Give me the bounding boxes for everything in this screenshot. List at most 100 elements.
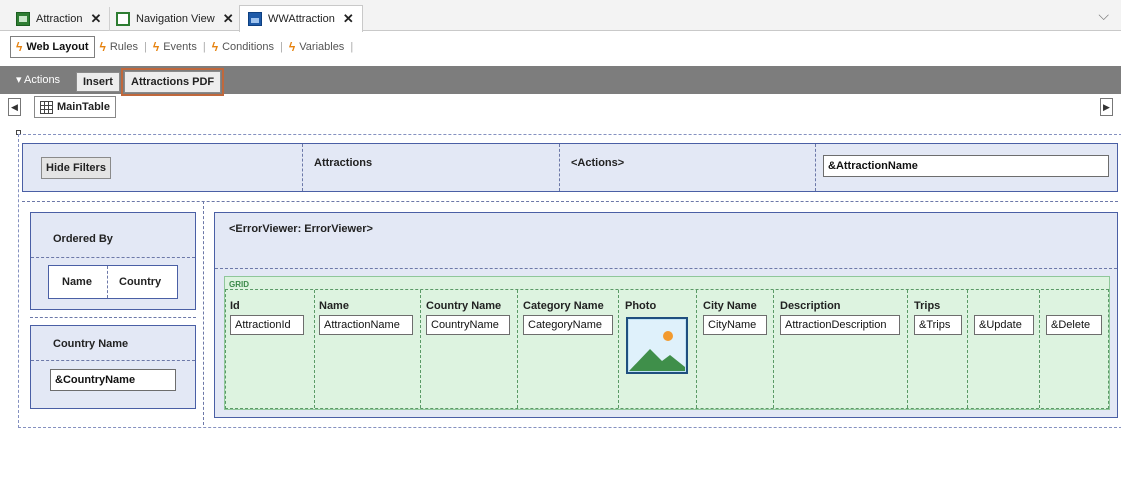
- country-name-grid-field[interactable]: CountryName: [426, 315, 510, 335]
- separator: |: [202, 41, 206, 53]
- document-icon: [116, 12, 130, 26]
- column-title: Description: [780, 300, 841, 312]
- grid-column-delete[interactable]: &Delete: [1039, 290, 1109, 408]
- caret-down-icon: ▾: [16, 74, 22, 86]
- grid-column-update[interactable]: &Update: [967, 290, 1039, 408]
- separator: |: [143, 41, 147, 53]
- attractions-pdf-button[interactable]: Attractions PDF: [120, 68, 225, 96]
- tab-label: WWAttraction: [268, 13, 335, 25]
- grid-column-name[interactable]: Name AttractionName: [314, 290, 420, 408]
- separator: |: [350, 41, 354, 53]
- actions-toggle[interactable]: ▾ Actions: [16, 73, 60, 86]
- subtab-events[interactable]: ϟ Events: [148, 37, 202, 57]
- tab-wwattraction[interactable]: WWAttraction ✕: [239, 5, 363, 32]
- subtab-web-layout[interactable]: ϟ Web Layout: [10, 36, 95, 58]
- order-by-table: Ordered By Name Country: [30, 212, 196, 310]
- attraction-name-field[interactable]: AttractionName: [319, 315, 413, 335]
- scroll-right-button[interactable]: ▶: [1100, 98, 1113, 116]
- country-name-label: Country Name: [53, 338, 129, 350]
- order-option-name[interactable]: Name: [62, 276, 92, 288]
- cell-divider: [31, 360, 195, 361]
- tab-navigation-view[interactable]: Navigation View ✕: [108, 7, 243, 31]
- grid-column-trips[interactable]: Trips &Trips: [907, 290, 967, 408]
- actions-placeholder: <Actions>: [571, 157, 625, 169]
- order-option-country[interactable]: Country: [119, 276, 161, 288]
- grid-table: <ErrorViewer: ErrorViewer> GRID Id Attra…: [214, 212, 1118, 418]
- grid[interactable]: GRID Id AttractionId Name AttractionName…: [224, 276, 1110, 410]
- close-icon[interactable]: ✕: [343, 11, 354, 27]
- close-icon[interactable]: ✕: [223, 11, 234, 27]
- column-title: City Name: [703, 300, 757, 312]
- row-divider: [30, 317, 196, 318]
- lightning-icon: ϟ: [152, 40, 160, 54]
- subtab-label: Variables: [299, 41, 345, 53]
- cell-divider: [302, 144, 303, 191]
- lightning-icon: ϟ: [16, 40, 23, 54]
- main-table-label: MainTable: [57, 101, 110, 113]
- tab-label: Navigation View: [136, 13, 215, 25]
- column-title: Id: [230, 300, 240, 312]
- grid-columns-area: Id AttractionId Name AttractionName Coun…: [225, 289, 1109, 409]
- subtab-label: Conditions: [222, 41, 275, 53]
- grid-column-photo[interactable]: Photo: [618, 290, 696, 408]
- cell-divider: [559, 144, 560, 191]
- attraction-name-search-field[interactable]: &AttractionName: [823, 155, 1109, 177]
- close-icon[interactable]: ✕: [90, 11, 101, 27]
- trips-field[interactable]: &Trips: [914, 315, 962, 335]
- subtab-label: Rules: [109, 41, 138, 53]
- actions-bar: ▾ Actions Insert Attractions PDF: [0, 66, 1121, 96]
- column-title: Name: [319, 300, 349, 312]
- grid-column-category-name[interactable]: Category Name CategoryName: [517, 290, 618, 408]
- hide-filters-button[interactable]: Hide Filters: [41, 157, 111, 179]
- chevron-down-icon[interactable]: ⌵: [1098, 7, 1109, 24]
- tab-label: Attraction: [36, 13, 83, 25]
- table-grid-icon: [40, 100, 53, 114]
- document-tab-strip: Attraction ✕ Navigation View ✕ WWAttract…: [0, 0, 1121, 32]
- scroll-left-button[interactable]: ◀: [8, 98, 21, 116]
- subtab-rules[interactable]: ϟ Rules: [95, 37, 143, 57]
- attraction-description-field[interactable]: AttractionDescription: [780, 315, 900, 335]
- subtab-label: Web Layout: [26, 41, 89, 53]
- category-name-field[interactable]: CategoryName: [523, 315, 613, 335]
- order-options: Name Country: [48, 265, 178, 299]
- subtab-conditions[interactable]: ϟ Conditions: [207, 37, 279, 57]
- cell-divider: [107, 266, 108, 298]
- lightning-icon: ϟ: [99, 40, 106, 54]
- column-title: Trips: [914, 300, 941, 312]
- cell-divider: [215, 268, 1117, 269]
- column-title: Photo: [625, 300, 657, 312]
- separator: |: [280, 41, 283, 53]
- actions-label: Actions: [23, 74, 61, 86]
- column-title: Country Name: [426, 300, 502, 312]
- grid-label: GRID: [229, 280, 249, 289]
- cell-divider: [31, 257, 195, 258]
- column-title: Category Name: [523, 300, 604, 312]
- delete-field[interactable]: &Delete: [1046, 315, 1102, 335]
- country-filter-table: Country Name &CountryName: [30, 325, 196, 409]
- main-table-selector[interactable]: MainTable: [34, 96, 116, 118]
- editor-subtabs: ϟ Web Layout ϟ Rules | ϟ Events | ϟ Cond…: [0, 32, 1121, 62]
- photo-placeholder-icon: [626, 317, 688, 374]
- header-table: Hide Filters Attractions <Actions> &Attr…: [22, 143, 1118, 192]
- subtab-variables[interactable]: ϟ Variables: [284, 37, 349, 57]
- column-divider: [203, 201, 204, 425]
- error-viewer: <ErrorViewer: ErrorViewer>: [229, 223, 373, 235]
- page-title: Attractions: [314, 157, 373, 169]
- grid-column-id[interactable]: Id AttractionId: [226, 290, 314, 408]
- tab-attraction[interactable]: Attraction ✕: [8, 7, 111, 31]
- grid-column-city-name[interactable]: City Name CityName: [696, 290, 773, 408]
- country-name-field[interactable]: &CountryName: [50, 369, 176, 391]
- cell-divider: [815, 144, 816, 191]
- row-divider: [22, 201, 1118, 202]
- city-name-field[interactable]: CityName: [703, 315, 767, 335]
- grid-column-description[interactable]: Description AttractionDescription: [773, 290, 907, 408]
- lightning-icon: ϟ: [288, 40, 296, 54]
- insert-button[interactable]: Insert: [76, 72, 120, 92]
- attraction-id-field[interactable]: AttractionId: [230, 315, 304, 335]
- table-icon: [16, 12, 30, 26]
- lightning-icon: ϟ: [211, 40, 219, 54]
- update-field[interactable]: &Update: [974, 315, 1034, 335]
- webpanel-icon: [248, 12, 262, 26]
- subtab-label: Events: [163, 41, 197, 53]
- grid-column-country-name[interactable]: Country Name CountryName: [420, 290, 517, 408]
